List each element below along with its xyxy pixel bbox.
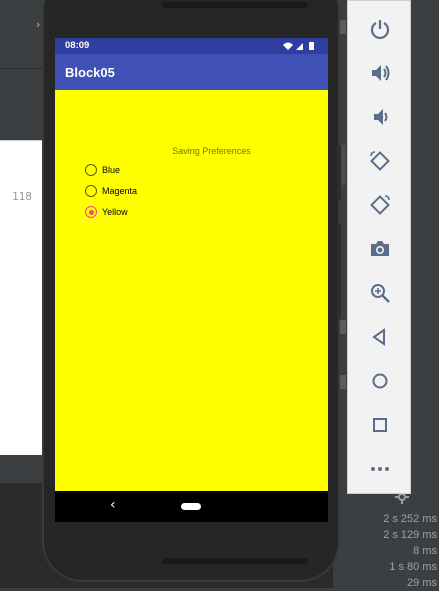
rotate-left-icon — [370, 151, 390, 171]
timing-value: 2 s 129 ms — [383, 529, 437, 541]
overview-button[interactable] — [368, 413, 392, 437]
ide-editor-pane[interactable] — [0, 140, 46, 456]
back-icon — [372, 328, 385, 346]
navigation-bar: ‹ — [55, 491, 328, 522]
more-icon — [371, 467, 389, 471]
camera-icon — [371, 241, 389, 256]
radio-label: Yellow — [102, 207, 128, 217]
zoom-button[interactable] — [368, 281, 392, 305]
volume-up-button[interactable] — [368, 61, 392, 85]
line-number: 118 — [12, 190, 32, 203]
status-time: 08:09 — [65, 40, 90, 51]
radio-option-yellow[interactable]: Yellow — [85, 204, 128, 220]
status-icons — [283, 42, 314, 50]
rotate-right-button[interactable] — [368, 193, 392, 217]
device-screen: 08:09 Block05 Saving Preferences Blue Ma… — [55, 38, 328, 522]
wifi-icon — [283, 42, 293, 50]
speaker-grille-bottom — [162, 558, 308, 564]
screenshot-button[interactable] — [368, 237, 392, 261]
back-button[interactable] — [368, 325, 392, 349]
app-title: Block05 — [65, 65, 115, 80]
nav-home-button[interactable] — [181, 503, 201, 510]
timing-value: 29 ms — [407, 577, 437, 589]
rotate-left-button[interactable] — [368, 149, 392, 173]
radio-button[interactable] — [85, 185, 97, 197]
battery-icon — [309, 42, 314, 50]
app-bar: Block05 — [55, 54, 328, 90]
overview-icon — [373, 418, 387, 432]
signal-icon — [296, 43, 303, 50]
section-label: Saving Preferences — [172, 146, 251, 156]
rotate-right-icon — [370, 195, 390, 215]
speaker-grille — [162, 2, 308, 8]
volume-down-icon — [374, 109, 388, 125]
nav-back-button[interactable]: ‹ — [110, 497, 116, 513]
status-bar: 08:09 — [55, 38, 328, 54]
volume-up-icon — [372, 65, 390, 81]
timing-value: 1 s 80 ms — [389, 561, 437, 573]
phone-side-button — [337, 145, 341, 201]
radio-button-checked[interactable] — [85, 206, 97, 218]
home-icon — [372, 373, 388, 389]
timing-value: 8 ms — [413, 545, 437, 557]
phone-side-button — [337, 223, 341, 319]
power-icon — [370, 20, 390, 40]
radio-label: Blue — [102, 165, 121, 175]
timings-list: 2 s 252 ms 2 s 129 ms 8 ms 1 s 80 ms 29 … — [383, 511, 437, 591]
timing-value: 2 s 252 ms — [383, 513, 437, 525]
radio-option-blue[interactable]: Blue — [85, 162, 120, 178]
ide-chevron[interactable]: › — [36, 18, 40, 31]
emulator-toolbar — [347, 0, 411, 494]
home-button[interactable] — [368, 369, 392, 393]
power-button[interactable] — [368, 17, 392, 41]
radio-option-magenta[interactable]: Magenta — [85, 183, 137, 199]
more-button[interactable] — [368, 457, 392, 481]
zoom-icon — [371, 284, 390, 303]
radio-button[interactable] — [85, 164, 97, 176]
volume-down-button[interactable] — [368, 105, 392, 129]
radio-label: Magenta — [102, 186, 138, 196]
